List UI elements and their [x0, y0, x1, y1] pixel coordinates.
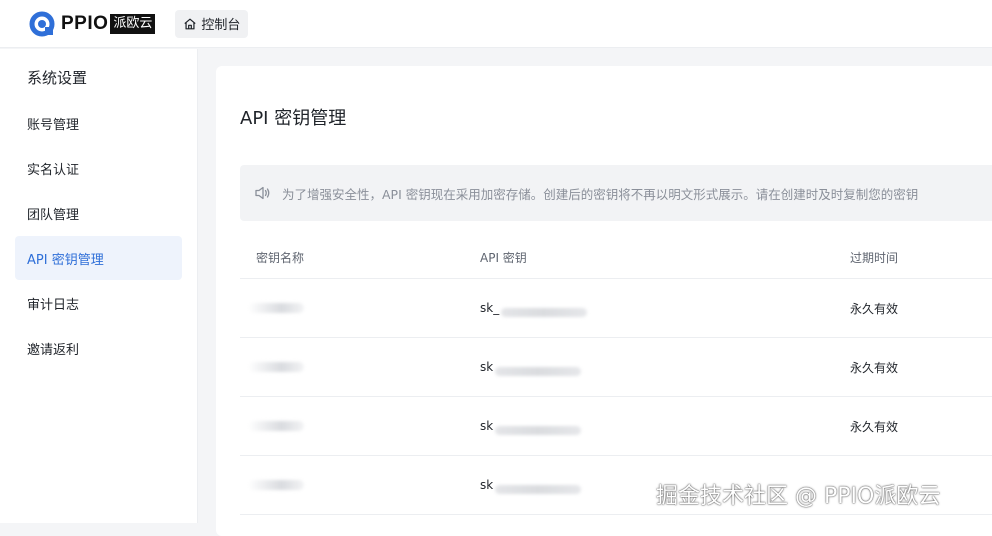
- api-key-prefix: sk: [480, 419, 494, 433]
- sidebar: 系统设置 账号管理 实名认证 团队管理 API 密钥管理 审计日志 邀请返利: [0, 49, 198, 523]
- top-bar: PPIO 派欧云 控制台: [0, 0, 992, 48]
- redacted-key-name: [248, 480, 304, 490]
- table-header: 密钥名称 API 密钥 过期时间: [240, 237, 992, 279]
- sidebar-item-label: 账号管理: [27, 117, 80, 133]
- key-name-cell: [248, 279, 304, 337]
- logo-badge: 派欧云: [110, 13, 156, 34]
- key-name-cell: [248, 397, 304, 455]
- sidebar-item-verification[interactable]: 实名认证: [15, 146, 182, 190]
- logo-text: PPIO: [61, 12, 109, 34]
- ppio-logo[interactable]: PPIO 派欧云: [29, 11, 156, 37]
- watermark: 掘金技术社区 @ PPIO派欧云: [656, 484, 941, 509]
- expiry-cell: 永久有效: [850, 360, 899, 375]
- api-key-cell: sk: [480, 456, 582, 514]
- api-key-cell: sk: [480, 397, 582, 455]
- security-notice: 为了增强安全性，API 密钥现在采用加密存储。创建后的密钥将不再以明文形式展示。…: [240, 165, 992, 221]
- api-key-cell: sk_: [480, 279, 588, 337]
- home-icon: [184, 18, 197, 29]
- sidebar-item-label: 实名认证: [27, 162, 80, 178]
- key-name-cell: [248, 338, 304, 396]
- api-key-prefix: sk: [480, 478, 494, 492]
- sidebar-item-api-keys[interactable]: API 密钥管理: [15, 236, 182, 280]
- key-name-cell: [248, 456, 304, 514]
- speaker-icon: [255, 186, 270, 200]
- sidebar-item-team[interactable]: 团队管理: [15, 191, 182, 235]
- console-button[interactable]: 控制台: [175, 9, 249, 38]
- redacted-key-name: [248, 362, 304, 372]
- column-header-key: API 密钥: [480, 251, 527, 265]
- console-label: 控制台: [201, 18, 241, 33]
- api-key-cell: sk: [480, 338, 582, 396]
- sidebar-item-referral[interactable]: 邀请返利: [15, 326, 182, 370]
- notice-text: 为了增强安全性，API 密钥现在采用加密存储。创建后的密钥将不再以明文形式展示。…: [282, 186, 919, 202]
- page-title: API 密钥管理: [240, 108, 347, 129]
- redacted-api-key: [495, 366, 582, 376]
- api-key-prefix: sk: [480, 360, 494, 374]
- redacted-key-name: [248, 421, 304, 431]
- column-header-expiry: 过期时间: [850, 251, 899, 265]
- table-row[interactable]: sk 永久有效: [240, 397, 992, 456]
- expiry-cell: 永久有效: [850, 419, 899, 434]
- table-row[interactable]: sk 永久有效: [240, 338, 992, 397]
- redacted-key-name: [248, 303, 304, 313]
- sidebar-item-label: 邀请返利: [27, 342, 80, 358]
- sidebar-item-label: API 密钥管理: [27, 252, 104, 268]
- redacted-api-key: [501, 307, 588, 317]
- expiry-cell: 永久有效: [850, 301, 899, 316]
- sidebar-item-audit-log[interactable]: 审计日志: [15, 281, 182, 325]
- sidebar-item-label: 团队管理: [27, 207, 80, 223]
- api-key-prefix: sk_: [480, 301, 500, 315]
- ppio-logo-icon: [29, 11, 55, 36]
- sidebar-title: 系统设置: [27, 69, 88, 87]
- api-key-table: 密钥名称 API 密钥 过期时间 sk_ 永久有效 sk 永久有效 sk 永久有…: [240, 237, 992, 515]
- main-card: API 密钥管理 为了增强安全性，API 密钥现在采用加密存储。创建后的密钥将不…: [216, 66, 992, 536]
- redacted-api-key: [495, 484, 582, 494]
- sidebar-item-label: 审计日志: [27, 297, 80, 313]
- column-header-name: 密钥名称: [256, 251, 305, 265]
- sidebar-item-account[interactable]: 账号管理: [15, 101, 182, 145]
- redacted-api-key: [495, 425, 582, 435]
- table-row[interactable]: sk_ 永久有效: [240, 279, 992, 338]
